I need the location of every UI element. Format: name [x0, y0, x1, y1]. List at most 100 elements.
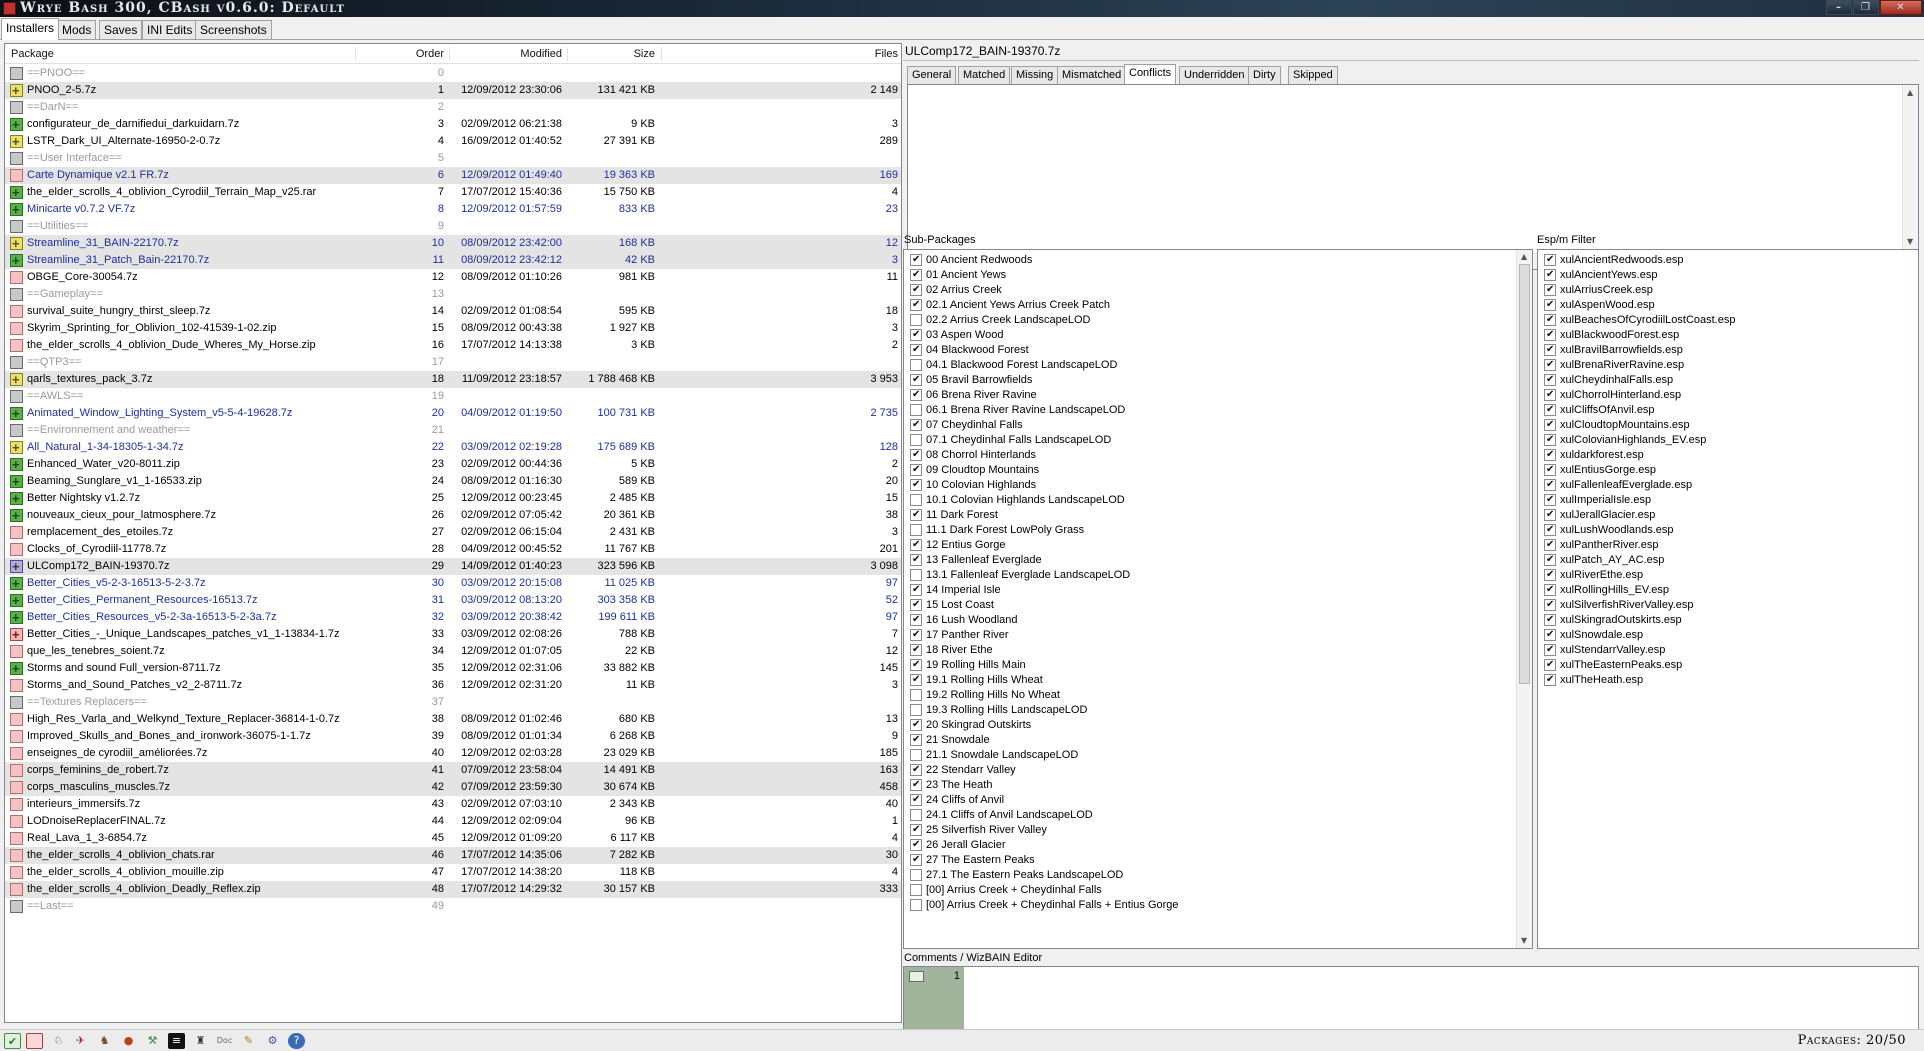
- sub-package-checkbox[interactable]: [910, 657, 922, 672]
- sub-package-checkbox[interactable]: [910, 762, 922, 777]
- esp-checkbox[interactable]: [1544, 522, 1556, 537]
- settings-icon[interactable]: ⚙: [264, 1033, 281, 1049]
- tab-saves[interactable]: Saves: [99, 20, 143, 40]
- esp-checkbox[interactable]: [1544, 627, 1556, 642]
- esp-checkbox[interactable]: [1544, 657, 1556, 672]
- esp-filter-item[interactable]: xulAncientYews.esp: [1538, 267, 1918, 283]
- tab-missing[interactable]: Missing: [1011, 66, 1059, 84]
- install-status-icon[interactable]: [10, 473, 23, 490]
- sub-package-item[interactable]: 19.1 Rolling Hills Wheat: [904, 672, 1532, 688]
- people-icon[interactable]: ♜: [192, 1033, 209, 1049]
- install-status-icon[interactable]: [10, 645, 23, 658]
- sub-package-item[interactable]: 02 Arrius Creek: [904, 282, 1532, 298]
- esp-filter-item[interactable]: xulCliffsOfAnvil.esp: [1538, 402, 1918, 418]
- install-status-icon[interactable]: [10, 339, 23, 352]
- sub-package-item[interactable]: 02.2 Arrius Creek LandscapeLOD: [904, 313, 1532, 328]
- install-status-icon[interactable]: [10, 424, 23, 437]
- scroll-down-icon[interactable]: ▼: [1521, 936, 1527, 946]
- sub-package-item[interactable]: 06 Brena River Ravine: [904, 387, 1532, 403]
- esp-checkbox[interactable]: [1544, 282, 1556, 297]
- sub-package-item[interactable]: 15 Lost Coast: [904, 597, 1532, 613]
- sub-package-checkbox[interactable]: [910, 884, 922, 896]
- install-status-icon[interactable]: [10, 252, 23, 269]
- sub-package-item[interactable]: 17 Panther River: [904, 627, 1532, 643]
- package-row[interactable]: High_Res_Varla_and_Welkynd_Texture_Repla…: [5, 711, 901, 728]
- esp-filter-item[interactable]: xulEntiusGorge.esp: [1538, 462, 1918, 478]
- esp-checkbox[interactable]: [1544, 537, 1556, 552]
- install-status-icon[interactable]: [10, 798, 23, 811]
- sub-package-item[interactable]: 10 Colovian Highlands: [904, 477, 1532, 493]
- package-row[interactable]: Better Nightsky v1.2.7z 25 12/09/2012 00:2…: [5, 490, 901, 507]
- sub-package-checkbox[interactable]: [910, 809, 922, 821]
- package-row[interactable]: the_elder_scrolls_4_oblivion_Dude_Wheres…: [5, 337, 901, 354]
- package-row[interactable]: All_Natural_1-34-18305-1-34.7z 22 03/09/20…: [5, 439, 901, 456]
- sub-package-checkbox[interactable]: [910, 749, 922, 761]
- sub-package-item[interactable]: 01 Ancient Yews: [904, 267, 1532, 283]
- install-status-icon[interactable]: [10, 305, 23, 318]
- esp-checkbox[interactable]: [1544, 447, 1556, 462]
- sub-package-checkbox[interactable]: [910, 327, 922, 342]
- esp-filter-item[interactable]: xulArriusCreek.esp: [1538, 282, 1918, 298]
- install-status-icon[interactable]: [10, 866, 23, 879]
- sub-package-item[interactable]: 04.1 Blackwood Forest LandscapeLOD: [904, 358, 1532, 373]
- sub-package-checkbox[interactable]: [910, 524, 922, 536]
- esp-checkbox[interactable]: [1544, 477, 1556, 492]
- install-status-icon[interactable]: [10, 526, 23, 539]
- sub-package-checkbox[interactable]: [910, 552, 922, 567]
- sub-package-item[interactable]: [00] Arrius Creek + Cheydinhal Falls + E…: [904, 898, 1532, 913]
- minimize-icon[interactable]: –: [1826, 0, 1852, 15]
- sub-package-checkbox[interactable]: [910, 792, 922, 807]
- install-status-icon[interactable]: [10, 271, 23, 284]
- sub-package-checkbox[interactable]: [910, 852, 922, 867]
- sub-package-checkbox[interactable]: [910, 689, 922, 701]
- sub-package-item[interactable]: 07.1 Cheydinhal Falls LandscapeLOD: [904, 433, 1532, 448]
- sub-package-item[interactable]: 20 Skingrad Outskirts: [904, 717, 1532, 733]
- sub-package-checkbox[interactable]: [910, 582, 922, 597]
- esp-checkbox[interactable]: [1544, 252, 1556, 267]
- sub-package-checkbox[interactable]: [910, 447, 922, 462]
- package-row[interactable]: Carte Dynamique v2.1 FR.7z 6 12/09/2012 01…: [5, 167, 901, 184]
- sub-package-checkbox[interactable]: [910, 627, 922, 642]
- esp-filter-item[interactable]: xulSkingradOutskirts.esp: [1538, 612, 1918, 628]
- conflicts-vertical-scrollbar[interactable]: ▲ ▼: [1902, 85, 1918, 253]
- package-row[interactable]: the_elder_scrolls_4_oblivion_chats.rar 46…: [5, 847, 901, 864]
- marker-row[interactable]: ==Gameplay== 13: [5, 286, 901, 303]
- scroll-up-icon[interactable]: ▲: [1521, 252, 1527, 262]
- column-order[interactable]: Order: [365, 44, 444, 64]
- tab-skipped[interactable]: Skipped: [1288, 66, 1338, 84]
- esp-checkbox[interactable]: [1544, 552, 1556, 567]
- package-row[interactable]: qarls_textures_pack_3.7z 18 11/09/2012 23:…: [5, 371, 901, 388]
- sub-package-checkbox[interactable]: [910, 672, 922, 687]
- check-icon[interactable]: ✔: [4, 1033, 21, 1049]
- install-status-icon[interactable]: [10, 696, 23, 709]
- esp-filter-item[interactable]: xulFallenleafEverglade.esp: [1538, 477, 1918, 493]
- install-status-icon[interactable]: [10, 558, 23, 575]
- sub-package-checkbox[interactable]: [910, 569, 922, 581]
- package-row[interactable]: corps_feminins_de_robert.7z 41 07/09/2012 …: [5, 762, 901, 779]
- esp-checkbox[interactable]: [1544, 342, 1556, 357]
- help-icon[interactable]: ?: [288, 1033, 305, 1049]
- package-row[interactable]: Clocks_of_Cyrodiil-11778.7z 28 04/09/2012 …: [5, 541, 901, 558]
- marker-row[interactable]: ==Last== 49: [5, 898, 901, 915]
- sub-package-checkbox[interactable]: [910, 899, 922, 911]
- install-status-icon[interactable]: [10, 356, 23, 369]
- esp-checkbox[interactable]: [1544, 327, 1556, 342]
- install-status-icon[interactable]: [10, 626, 23, 643]
- package-row[interactable]: Better_Cities_v5-2-3-16513-5-2-3.7z 30 03/…: [5, 575, 901, 592]
- package-row[interactable]: Storms_and_Sound_Patches_v2_2-8711.7z 36 1…: [5, 677, 901, 694]
- sub-package-item[interactable]: 02.1 Ancient Yews Arrius Creek Patch: [904, 297, 1532, 313]
- esp-checkbox[interactable]: [1544, 297, 1556, 312]
- install-status-icon[interactable]: [10, 849, 23, 862]
- tab-underridden[interactable]: Underridden: [1179, 66, 1250, 84]
- install-status-icon[interactable]: [10, 900, 23, 913]
- marker-row[interactable]: ==AWLS== 19: [5, 388, 901, 405]
- esp-filter-item[interactable]: xulBlackwoodForest.esp: [1538, 327, 1918, 343]
- esp-filter-item[interactable]: xulAncientRedwoods.esp: [1538, 252, 1918, 268]
- install-status-icon[interactable]: [10, 543, 23, 556]
- helmet-icon[interactable]: ♘: [50, 1033, 67, 1049]
- sub-package-checkbox[interactable]: [910, 417, 922, 432]
- esp-filter-item[interactable]: xulTheHeath.esp: [1538, 672, 1918, 688]
- sub-package-checkbox[interactable]: [910, 404, 922, 416]
- sub-package-checkbox[interactable]: [910, 537, 922, 552]
- esp-checkbox[interactable]: [1544, 402, 1556, 417]
